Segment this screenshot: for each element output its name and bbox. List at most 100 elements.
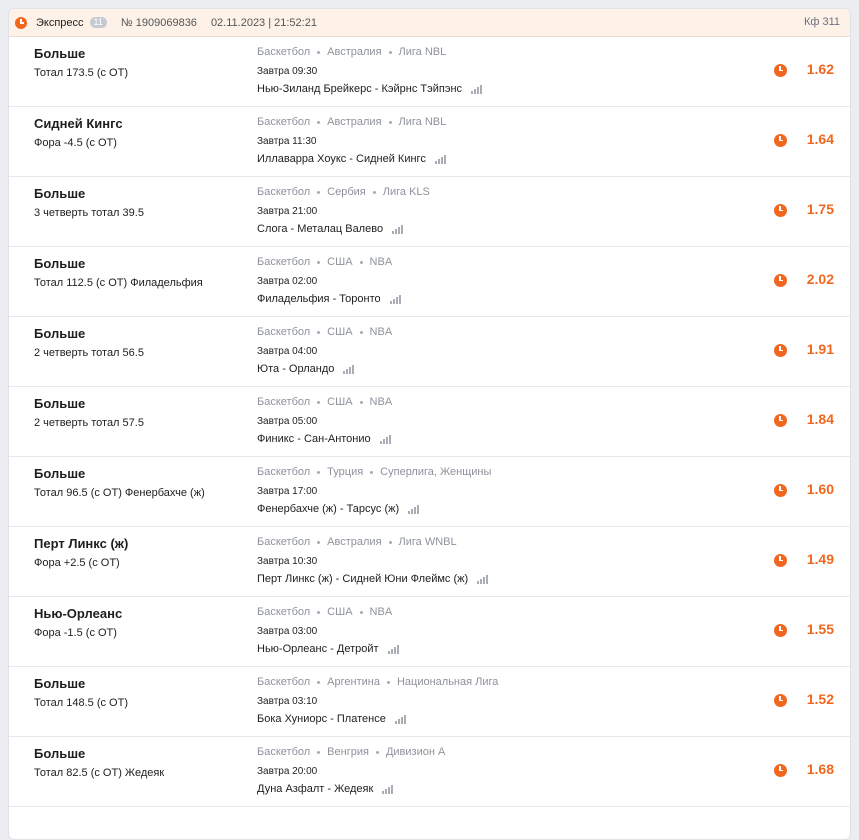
bet-row[interactable]: Больше Тотал 96.5 (с ОТ) Фенербахче (ж) …: [9, 457, 850, 527]
clock-icon: [15, 16, 27, 29]
bet-row[interactable]: Нью-Орлеанс Фора -1.5 (с ОТ) Баскетбол СШ…: [9, 597, 850, 667]
bet-row[interactable]: Больше Тотал 112.5 (с ОТ) Филадельфия Ба…: [9, 247, 850, 317]
event-path: Баскетбол Австралия Лига NBL: [257, 46, 446, 58]
league-label: NBA: [369, 396, 393, 408]
country-label: Аргентина: [327, 676, 380, 688]
stats-bars-icon[interactable]: [471, 84, 483, 94]
bet-card: Экспресс 11 № 1909069836 02.11.2023 | 21…: [8, 8, 851, 840]
clock-icon: [774, 554, 787, 567]
match-name[interactable]: Нью-Зиланд Брейкерс - Кэйрнс Тэйпэнс: [257, 83, 462, 95]
match-name[interactable]: Финикс - Сан-Антонио: [257, 433, 371, 445]
league-label: NBA: [369, 606, 393, 618]
bet-row[interactable]: Больше Тотал 173.5 (с ОТ) Баскетбол Австр…: [9, 37, 850, 107]
event-path: Баскетбол Австралия Лига WNBL: [257, 536, 457, 548]
clock-icon: [774, 624, 787, 637]
country-label: Венгрия: [327, 746, 369, 758]
sport-label: Баскетбол: [257, 256, 311, 268]
match-name[interactable]: Фенербахче (ж) - Тарсус (ж): [257, 503, 399, 515]
bet-row[interactable]: Сидней Кингс Фора -4.5 (с ОТ) Баскетбол А…: [9, 107, 850, 177]
match-name[interactable]: Нью-Орлеанс - Детройт: [257, 643, 379, 655]
separator-dot: [372, 190, 376, 194]
event-time: Завтра 20:00: [257, 766, 318, 777]
bet-outcome: Сидней Кингс: [34, 116, 123, 131]
bet-row[interactable]: Больше Тотал 148.5 (с ОТ) Баскетбол Арген…: [9, 667, 850, 737]
event-time: Завтра 03:10: [257, 696, 318, 707]
event-path: Баскетбол США NBA: [257, 326, 392, 338]
match-name[interactable]: Иллаварра Хоукс - Сидней Кингс: [257, 153, 426, 165]
bet-odds: 1.91: [806, 341, 834, 357]
stats-bars-icon[interactable]: [379, 434, 391, 444]
sport-label: Баскетбол: [257, 326, 311, 338]
sport-label: Баскетбол: [257, 116, 311, 128]
separator-dot: [317, 470, 321, 474]
stats-bars-icon[interactable]: [392, 224, 404, 234]
separator-dot: [388, 120, 392, 124]
event-match: Нью-Орлеанс - Детройт: [257, 643, 399, 655]
sport-label: Баскетбол: [257, 186, 311, 198]
separator-dot: [359, 260, 363, 264]
match-name[interactable]: Перт Линкс (ж) - Сидней Юни Флеймс (ж): [257, 573, 468, 585]
event-match: Дуна Азфалт - Жедеяк: [257, 783, 394, 795]
bet-outcome: Нью-Орлеанс: [34, 606, 123, 621]
event-path: Баскетбол США NBA: [257, 606, 392, 618]
country-label: Австралия: [327, 536, 382, 548]
match-name[interactable]: Бока Хуниорс - Платенсе: [257, 713, 386, 725]
league-label: Дивизион А: [385, 746, 446, 758]
event-time: Завтра 10:30: [257, 556, 318, 567]
country-label: Австралия: [327, 116, 382, 128]
sport-label: Баскетбол: [257, 46, 311, 58]
sport-label: Баскетбол: [257, 676, 311, 688]
bet-header[interactable]: Экспресс 11 № 1909069836 02.11.2023 | 21…: [9, 9, 850, 37]
event-match: Финикс - Сан-Антонио: [257, 433, 391, 445]
bet-row[interactable]: Больше 3 четверть тотал 39.5 Баскетбол Се…: [9, 177, 850, 247]
match-name[interactable]: Дуна Азфалт - Жедеяк: [257, 783, 373, 795]
event-path: Баскетбол Австралия Лига NBL: [257, 116, 446, 128]
event-time: Завтра 09:30: [257, 66, 318, 77]
stats-bars-icon[interactable]: [389, 294, 401, 304]
match-name[interactable]: Слога - Металац Валево: [257, 223, 383, 235]
stats-bars-icon[interactable]: [394, 714, 406, 724]
separator-dot: [388, 50, 392, 54]
bet-outcome: Больше: [34, 466, 86, 481]
bet-odds: 1.49: [806, 551, 834, 567]
separator-dot: [370, 470, 374, 474]
clock-icon: [774, 414, 787, 427]
bet-row[interactable]: Больше 2 четверть тотал 57.5 Баскетбол СШ…: [9, 387, 850, 457]
event-time: Завтра 17:00: [257, 486, 318, 497]
bet-market: Тотал 148.5 (с ОТ): [34, 697, 128, 709]
event-match: Бока Хуниорс - Платенсе: [257, 713, 406, 725]
separator-dot: [388, 540, 392, 544]
bet-outcome: Больше: [34, 326, 86, 341]
bet-row[interactable]: Перт Линкс (ж) Фора +2.5 (с ОТ) Баскетбо…: [9, 527, 850, 597]
bet-outcome: Больше: [34, 676, 86, 691]
stats-bars-icon[interactable]: [387, 644, 399, 654]
event-path: Баскетбол Сербия Лига KLS: [257, 186, 430, 198]
separator-dot: [317, 750, 321, 754]
total-coefficient: Кф 311: [803, 16, 840, 28]
bet-odds: 1.64: [806, 131, 834, 147]
separator-dot: [317, 190, 321, 194]
bet-odds: 1.84: [806, 411, 834, 427]
stats-bars-icon[interactable]: [434, 154, 446, 164]
bet-market: 3 четверть тотал 39.5: [34, 207, 144, 219]
match-name[interactable]: Юта - Орландо: [257, 363, 334, 375]
count-badge: 11: [89, 17, 107, 28]
stats-bars-icon[interactable]: [408, 504, 420, 514]
event-match: Иллаварра Хоукс - Сидней Кингс: [257, 153, 446, 165]
event-match: Фенербахче (ж) - Тарсус (ж): [257, 503, 420, 515]
bet-row[interactable]: Больше Тотал 82.5 (с ОТ) Жедеяк Баскетбо…: [9, 737, 850, 807]
stats-bars-icon[interactable]: [477, 574, 489, 584]
match-name[interactable]: Филадельфия - Торонто: [257, 293, 381, 305]
event-match: Юта - Орландо: [257, 363, 355, 375]
event-time: Завтра 05:00: [257, 416, 318, 427]
bet-odds: 2.02: [806, 271, 834, 287]
separator-dot: [317, 120, 321, 124]
bet-row[interactable]: Больше 2 четверть тотал 56.5 Баскетбол СШ…: [9, 317, 850, 387]
stats-bars-icon[interactable]: [382, 784, 394, 794]
country-label: Сербия: [327, 186, 366, 198]
separator-dot: [317, 610, 321, 614]
event-time: Завтра 04:00: [257, 346, 318, 357]
stats-bars-icon[interactable]: [343, 364, 355, 374]
event-match: Нью-Зиланд Брейкерс - Кэйрнс Тэйпэнс: [257, 83, 483, 95]
clock-icon: [774, 764, 787, 777]
